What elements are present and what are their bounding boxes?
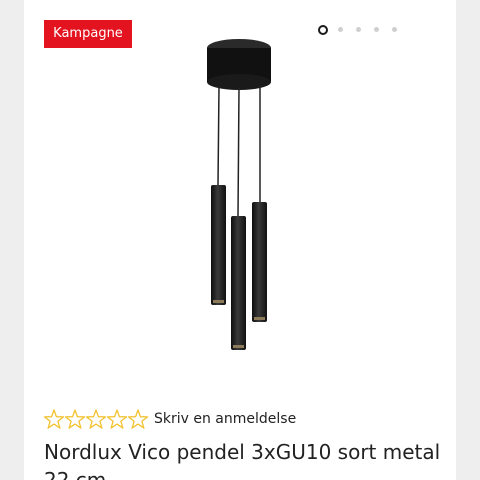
star-outline-icon [106,409,128,429]
star-outline-icon [85,409,107,429]
rating-stars[interactable] [44,408,150,432]
product-card: Kampagne Skriv en anmeldelse Nordlux Vic… [24,0,456,480]
star-outline-icon [127,409,149,429]
star-outline-icon [64,409,86,429]
product-title: Nordlux Vico pendel 3xGU10 sort metal 22… [44,440,441,480]
product-image[interactable] [24,30,456,370]
star-outline-icon [44,409,65,429]
write-review-link[interactable]: Skriv en anmeldelse [154,411,296,427]
